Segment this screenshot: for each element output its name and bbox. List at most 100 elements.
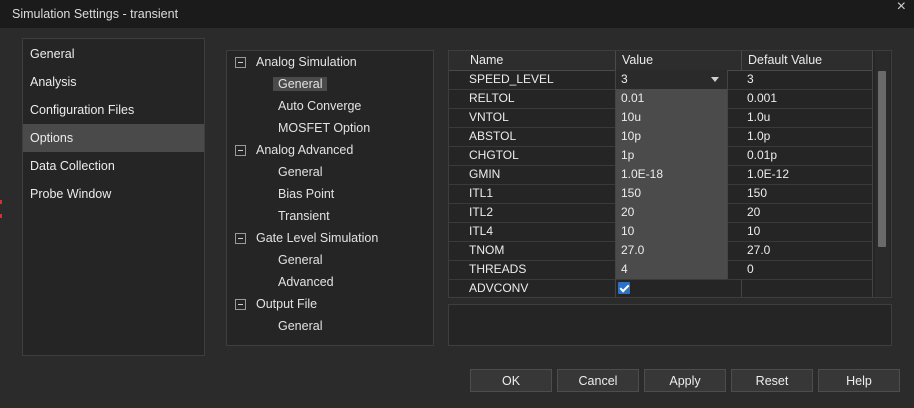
category-configuration-files[interactable]: Configuration Files: [23, 96, 204, 124]
param-name: GMIN: [464, 165, 616, 184]
tree-item-gate-advanced[interactable]: Advanced: [278, 272, 334, 292]
tree-node-label: Gate Level Simulation: [256, 231, 379, 245]
table-row[interactable]: VNTOL 10u 1.0u: [449, 108, 873, 128]
table-row[interactable]: GMIN 1.0E-18 1.0E-12: [449, 165, 873, 185]
title-bar: Simulation Settings - transient ×: [0, 0, 914, 28]
tree-item-auto-converge[interactable]: Auto Converge: [278, 96, 361, 116]
scrollbar-thumb[interactable]: [878, 71, 886, 247]
param-name: THREADS: [464, 260, 616, 279]
value-field[interactable]: 0.01: [616, 89, 728, 108]
value-field[interactable]: 27.0: [616, 241, 728, 260]
default-value: 0.001: [742, 89, 873, 108]
tree-node-analog-simulation[interactable]: Analog Simulation: [235, 52, 357, 72]
table-row[interactable]: ABSTOL 10p 1.0p: [449, 127, 873, 147]
collapse-icon[interactable]: [235, 233, 246, 244]
ok-button[interactable]: OK: [470, 369, 552, 392]
value-checkbox-cell: [616, 279, 742, 297]
value-combobox[interactable]: 3: [616, 70, 728, 89]
table-row[interactable]: RELTOL 0.01 0.001: [449, 89, 873, 109]
table-row[interactable]: ITL2 20 20: [449, 203, 873, 223]
tree-node-analog-advanced[interactable]: Analog Advanced: [235, 140, 354, 160]
tree-item-label: MOSFET Option: [278, 121, 371, 135]
tree-item-label: Transient: [278, 209, 330, 223]
value-field[interactable]: 20: [616, 203, 728, 222]
tree-item-transient[interactable]: Transient: [278, 206, 330, 226]
category-general[interactable]: General: [23, 40, 204, 68]
param-name: CHGTOL: [464, 146, 616, 165]
checkbox-checked-icon[interactable]: [618, 282, 630, 294]
reset-button[interactable]: Reset: [731, 369, 813, 392]
tree-item-label: General: [273, 77, 328, 91]
tree-item-analog-general[interactable]: General: [273, 74, 328, 94]
value-field[interactable]: 10u: [616, 108, 728, 127]
default-value: 20: [742, 203, 873, 222]
tree-item-label: General: [278, 253, 323, 267]
table-row[interactable]: CHGTOL 1p 0.01p: [449, 146, 873, 166]
value-field[interactable]: 10: [616, 222, 728, 241]
value-field[interactable]: 1p: [616, 146, 728, 165]
tree-node-output-file[interactable]: Output File: [235, 294, 318, 314]
category-data-collection[interactable]: Data Collection: [23, 152, 204, 180]
default-value: 3: [742, 70, 873, 89]
tree-item-mosfet-option[interactable]: MOSFET Option: [278, 118, 370, 138]
param-name: ITL2: [464, 203, 616, 222]
category-probe-window[interactable]: Probe Window: [23, 180, 204, 208]
value-text: 3: [621, 72, 628, 86]
table-row[interactable]: ITL1 150 150: [449, 184, 873, 204]
tree-item-advanced-general[interactable]: General: [278, 162, 322, 182]
default-value: 1.0u: [742, 108, 873, 127]
cancel-button[interactable]: Cancel: [557, 369, 639, 392]
table-row[interactable]: ITL4 10 10: [449, 222, 873, 242]
description-panel: [448, 304, 892, 346]
default-value: 10: [742, 222, 873, 241]
category-list: General Analysis Configuration Files Opt…: [22, 38, 205, 356]
tree-item-bias-point[interactable]: Bias Point: [278, 184, 334, 204]
param-name: RELTOL: [464, 89, 616, 108]
default-value: 150: [742, 184, 873, 203]
param-name: ADVCONV: [464, 279, 616, 297]
param-name: ITL4: [464, 222, 616, 241]
tree-node-label: Analog Advanced: [256, 143, 354, 157]
default-value: 1.0E-12: [742, 165, 873, 184]
collapse-icon[interactable]: [235, 57, 246, 68]
dropdown-arrow-icon[interactable]: [711, 77, 719, 82]
value-field[interactable]: 1.0E-18: [616, 165, 728, 184]
tree-item-label: Auto Converge: [278, 99, 362, 113]
tree-item-output-general[interactable]: General: [278, 316, 322, 336]
value-field[interactable]: 4: [616, 260, 728, 279]
category-options[interactable]: Options: [23, 124, 204, 152]
category-analysis[interactable]: Analysis: [23, 68, 204, 96]
param-name: VNTOL: [464, 108, 616, 127]
tree-item-gate-general[interactable]: General: [278, 250, 322, 270]
grid-header: Name Value Default Value: [449, 51, 873, 71]
close-icon[interactable]: ×: [897, 0, 906, 16]
tree-item-label: Advanced: [278, 275, 334, 289]
tree-node-label: Output File: [256, 297, 318, 311]
column-header-default[interactable]: Default Value: [742, 51, 873, 70]
edge-marks: [0, 200, 3, 230]
table-row[interactable]: TNOM 27.0 27.0: [449, 241, 873, 261]
value-field[interactable]: 10p: [616, 127, 728, 146]
value-field[interactable]: 150: [616, 184, 728, 203]
collapse-icon[interactable]: [235, 145, 246, 156]
table-row[interactable]: SPEED_LEVEL 3 3: [449, 70, 873, 90]
help-button[interactable]: Help: [818, 369, 900, 392]
vertical-scrollbar[interactable]: [875, 51, 890, 297]
apply-button[interactable]: Apply: [644, 369, 726, 392]
property-grid: Name Value Default Value SPEED_LEVEL 3 3…: [448, 50, 892, 298]
options-tree: Analog Simulation General Auto Converge …: [226, 50, 434, 346]
collapse-icon[interactable]: [235, 299, 246, 310]
tree-node-label: Analog Simulation: [256, 55, 357, 69]
window-title: Simulation Settings - transient: [12, 7, 179, 21]
default-value: 0: [742, 260, 873, 279]
default-value: 0.01p: [742, 146, 873, 165]
tree-node-gate-level-simulation[interactable]: Gate Level Simulation: [235, 228, 379, 248]
param-name: SPEED_LEVEL: [464, 70, 616, 89]
param-name: ABSTOL: [464, 127, 616, 146]
param-name: ITL1: [464, 184, 616, 203]
default-value: 27.0: [742, 241, 873, 260]
table-row[interactable]: THREADS 4 0: [449, 260, 873, 280]
column-header-name[interactable]: Name: [464, 51, 616, 70]
table-row[interactable]: ADVCONV: [449, 279, 873, 297]
column-header-value[interactable]: Value: [616, 51, 742, 70]
